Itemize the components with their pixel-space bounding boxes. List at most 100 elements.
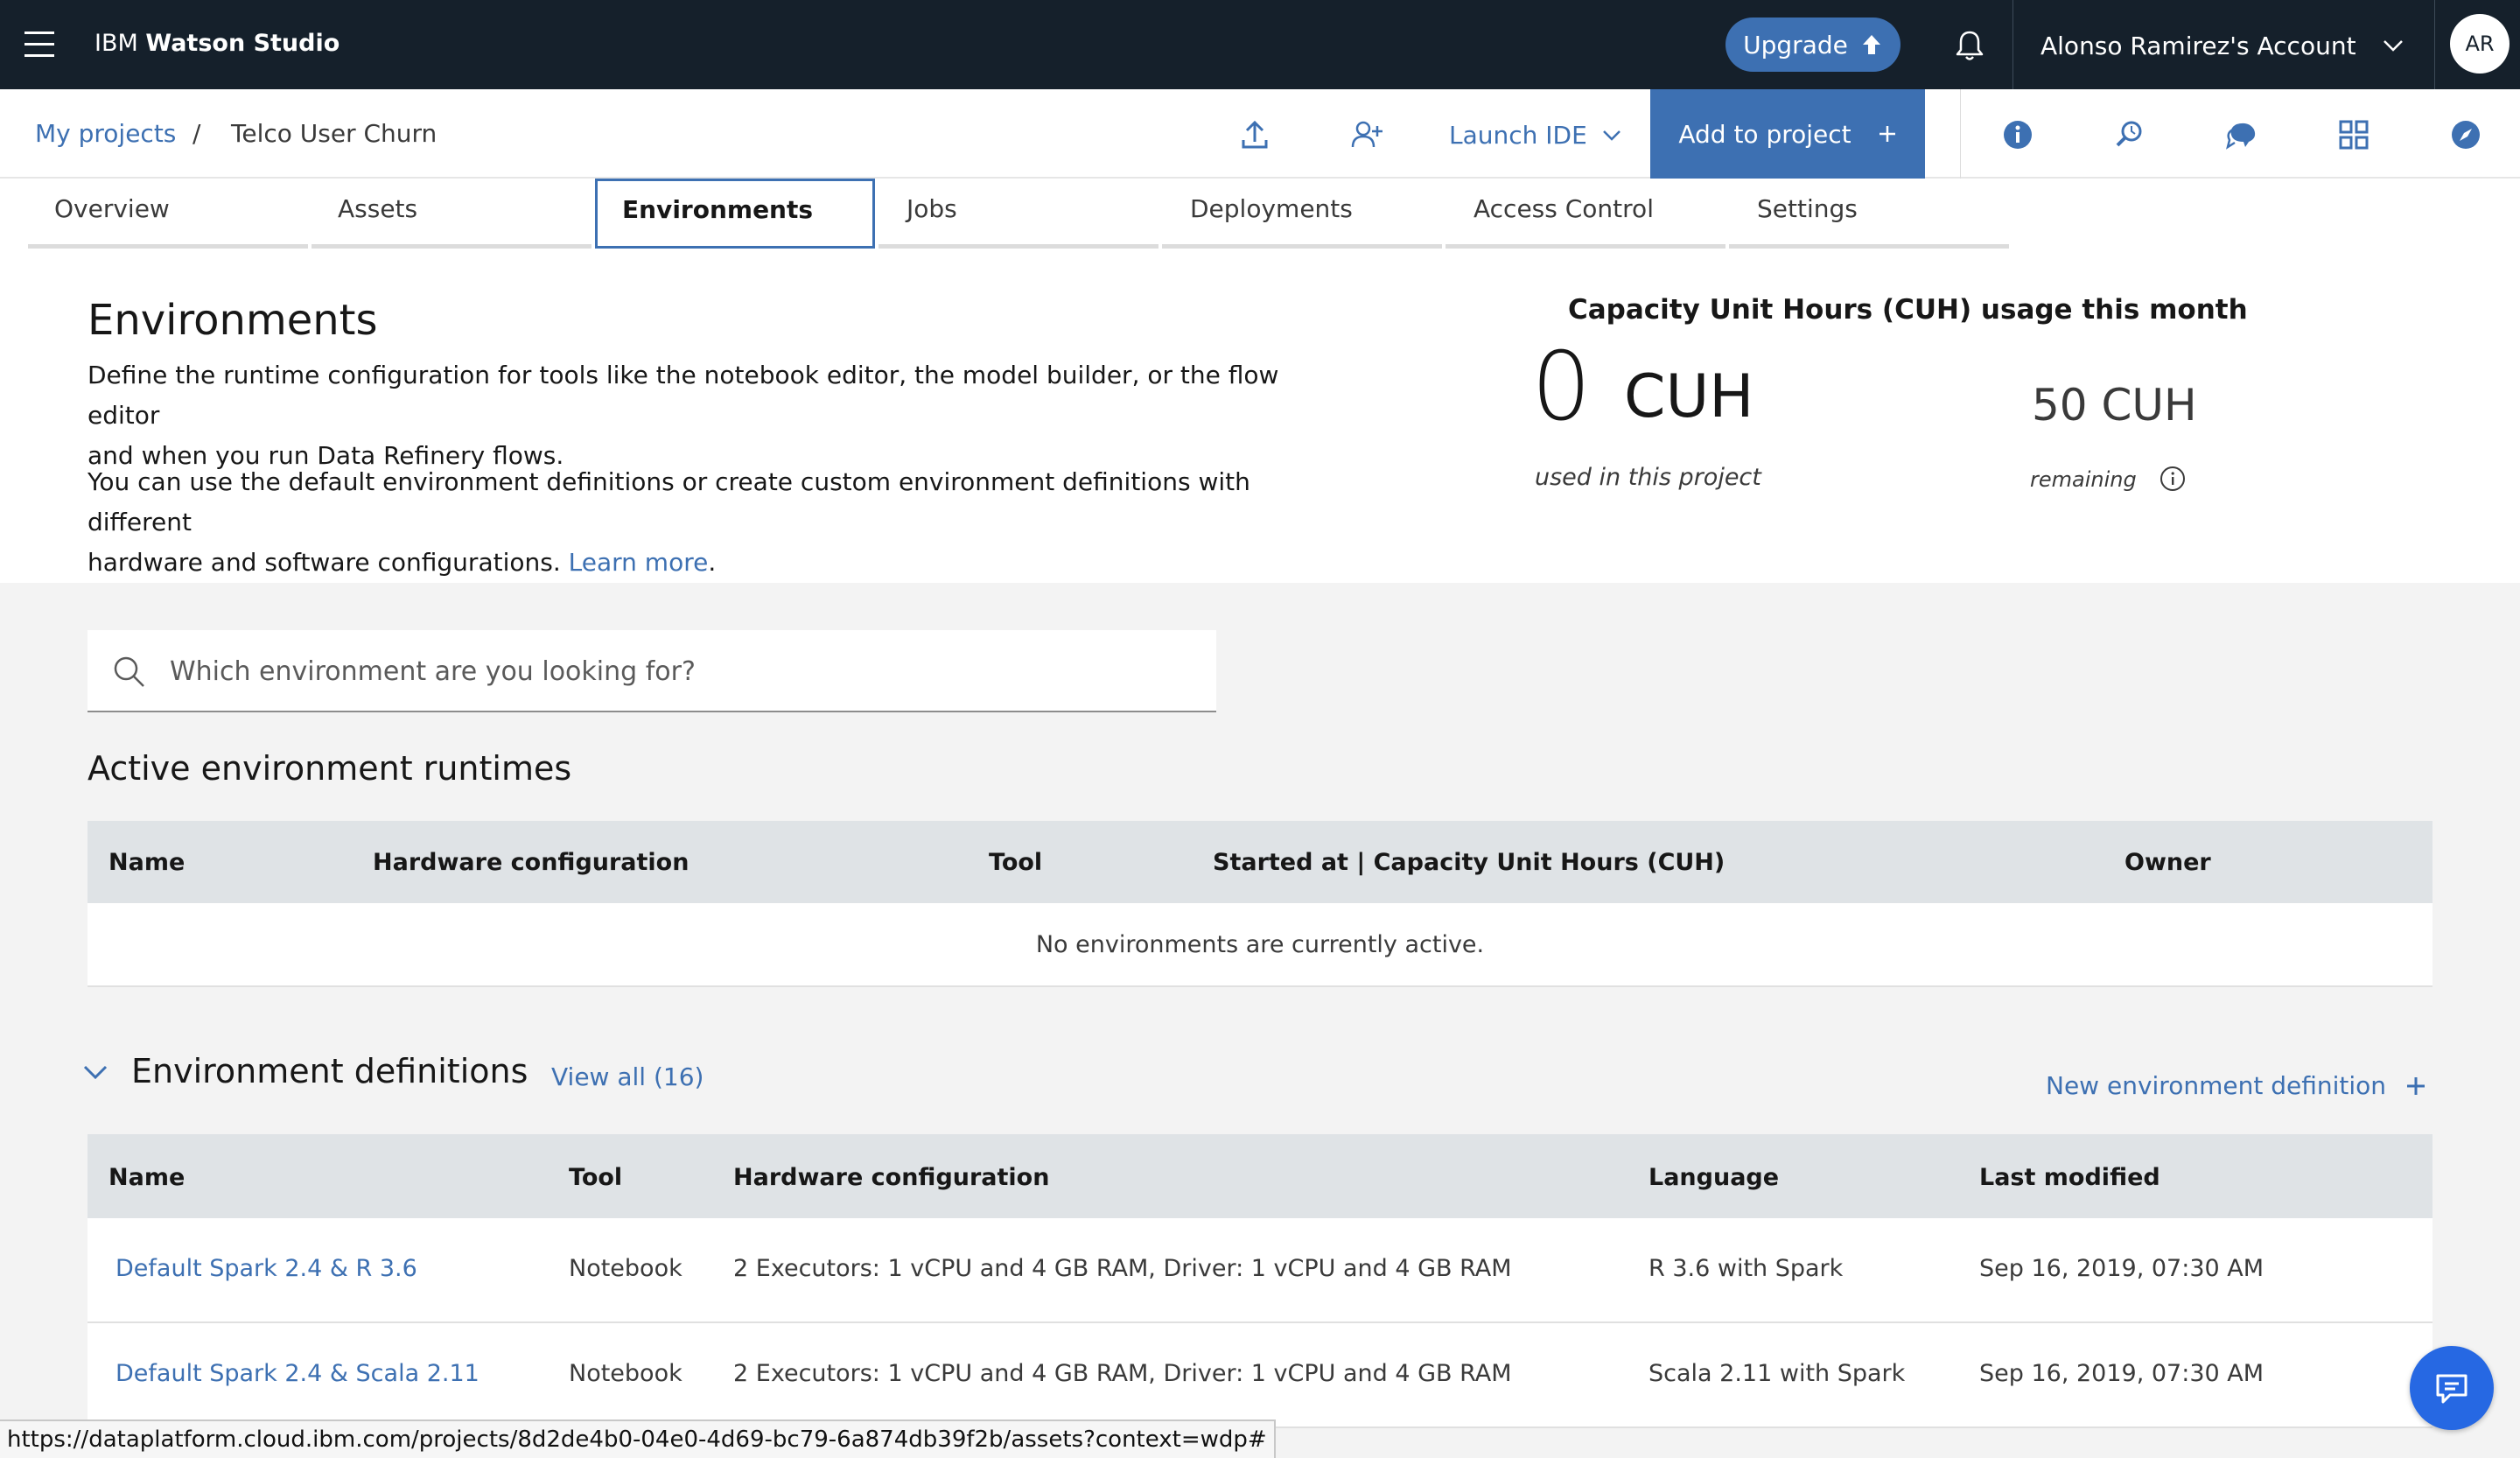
tab-label: Environments: [622, 195, 814, 224]
collapse-chevron-icon[interactable]: [82, 1059, 108, 1085]
tool-cell: Notebook: [569, 1360, 682, 1387]
search-icon: [112, 655, 147, 690]
column-header[interactable]: Last modified: [1979, 1164, 2160, 1191]
divider: [2012, 0, 2013, 89]
description-line: Define the runtime configuration for too…: [88, 361, 1279, 430]
status-bar-url: https://dataplatform.cloud.ibm.com/proje…: [0, 1419, 1276, 1458]
chevron-down-icon: [1602, 130, 1620, 141]
divider: [1960, 89, 1961, 179]
description-period: .: [708, 548, 717, 577]
chevron-down-icon[interactable]: [2380, 37, 2406, 54]
info-icon[interactable]: [1998, 116, 2037, 154]
page-description: Define the runtime configuration for too…: [88, 355, 1330, 476]
hardware-cell: 2 Executors: 1 vCPU and 4 GB RAM, Driver…: [733, 1255, 1512, 1282]
column-header[interactable]: Owner: [2124, 849, 2211, 876]
dashboard-grid-icon[interactable]: [2334, 116, 2373, 154]
tab-label: Settings: [1757, 194, 1858, 223]
cuh-remaining-value: 50 CUH: [2032, 380, 2197, 431]
avatar[interactable]: AR: [2450, 14, 2510, 74]
tab-label: Jobs: [906, 194, 957, 223]
tab-jobs[interactable]: Jobs: [878, 179, 1158, 249]
add-to-project-label: Add to project: [1678, 119, 1852, 149]
column-header[interactable]: Started at | Capacity Unit Hours (CUH): [1213, 849, 1725, 876]
plus-icon: [1879, 126, 1895, 142]
upgrade-arrow-icon: [1860, 33, 1883, 56]
column-header[interactable]: Name: [108, 849, 185, 876]
environment-name-link[interactable]: Default Spark 2.4 & Scala 2.11: [116, 1360, 480, 1387]
tab-label: Assets: [338, 194, 418, 223]
last-modified-cell: Sep 16, 2019, 07:30 AM: [1979, 1360, 2264, 1387]
definitions-table-header: Name Tool Hardware configuration Languag…: [88, 1134, 2432, 1218]
brand-name: Watson Studio: [145, 30, 340, 57]
project-toolbar: My projects / Telco User Churn Launch ID…: [0, 89, 2520, 179]
cuh-remaining-caption: remaining: [2030, 467, 2137, 492]
page-title: Environments: [88, 296, 378, 345]
info-outline-icon[interactable]: [2160, 466, 2186, 492]
description-line: You can use the default environment defi…: [88, 467, 1250, 536]
tab-assets[interactable]: Assets: [312, 179, 592, 249]
active-runtimes-table-header: Name Hardware configuration Tool Started…: [88, 821, 2432, 903]
column-header[interactable]: Hardware configuration: [373, 849, 689, 876]
description-text: hardware and software configurations.: [88, 548, 561, 577]
top-nav-bar: IBM Watson Studio Upgrade Alonso Ramirez…: [0, 0, 2520, 89]
column-header[interactable]: Tool: [989, 849, 1042, 876]
column-header[interactable]: Tool: [569, 1164, 622, 1191]
upload-icon[interactable]: [1236, 116, 1274, 154]
cuh-used-unit: CUH: [1624, 362, 1754, 431]
divider: [2434, 0, 2435, 89]
tab-environments[interactable]: Environments: [595, 179, 875, 249]
tab-label: Overview: [54, 194, 170, 223]
new-environment-definition-button[interactable]: New environment definition: [2046, 1071, 2426, 1100]
tab-access-control[interactable]: Access Control: [1446, 179, 1726, 249]
column-header[interactable]: Hardware configuration: [733, 1164, 1049, 1191]
history-search-icon[interactable]: [2110, 116, 2149, 154]
chat-icon: [2436, 1374, 2468, 1404]
new-environment-label: New environment definition: [2046, 1071, 2386, 1100]
column-header[interactable]: Name: [108, 1164, 185, 1191]
cuh-used-value: 0: [1531, 333, 1592, 442]
tab-label: Access Control: [1474, 194, 1654, 223]
tab-settings[interactable]: Settings: [1729, 179, 2009, 249]
environment-search: [88, 630, 1216, 712]
launch-ide-label: Launch IDE: [1449, 121, 1587, 150]
active-runtimes-title: Active environment runtimes: [88, 749, 572, 788]
notifications-bell-icon[interactable]: [1951, 28, 1988, 65]
last-modified-cell: Sep 16, 2019, 07:30 AM: [1979, 1255, 2264, 1282]
comments-icon[interactable]: [2222, 116, 2261, 154]
app-brand[interactable]: IBM Watson Studio: [94, 30, 340, 57]
empty-state-message: No environments are currently active.: [1035, 931, 1485, 958]
column-header[interactable]: Language: [1648, 1164, 1779, 1191]
active-runtimes-table-body: No environments are currently active.: [88, 903, 2432, 987]
language-cell: R 3.6 with Spark: [1648, 1255, 1844, 1282]
cuh-used-caption: used in this project: [1535, 464, 1761, 491]
breadcrumb-my-projects[interactable]: My projects: [35, 119, 176, 148]
hardware-cell: 2 Executors: 1 vCPU and 4 GB RAM, Driver…: [733, 1360, 1512, 1387]
account-switcher[interactable]: Alonso Ramirez's Account: [2040, 32, 2356, 60]
add-to-project-button[interactable]: Add to project: [1650, 89, 1925, 179]
environment-definitions-title: Environment definitions: [131, 1052, 528, 1090]
search-input[interactable]: [170, 648, 1194, 695]
hamburger-menu-icon[interactable]: [24, 32, 54, 58]
add-collaborator-icon[interactable]: [1348, 116, 1386, 154]
view-all-link[interactable]: View all (16): [551, 1062, 704, 1091]
tab-deployments[interactable]: Deployments: [1162, 179, 1442, 249]
environment-name-link[interactable]: Default Spark 2.4 & R 3.6: [116, 1255, 417, 1282]
upgrade-button[interactable]: Upgrade: [1726, 18, 1900, 72]
upgrade-label: Upgrade: [1743, 30, 1848, 60]
brand-prefix: IBM: [94, 30, 138, 57]
learn-more-link[interactable]: Learn more: [569, 548, 709, 577]
compass-icon[interactable]: [2446, 116, 2485, 154]
tool-cell: Notebook: [569, 1255, 682, 1282]
page-description-2: You can use the default environment defi…: [88, 462, 1330, 583]
tab-label: Deployments: [1190, 194, 1353, 223]
table-row[interactable]: Default Spark 2.4 & Scala 2.11 Notebook …: [88, 1323, 2432, 1428]
breadcrumb-current-project: Telco User Churn: [231, 119, 438, 148]
tab-overview[interactable]: Overview: [28, 179, 308, 249]
plus-icon: [2407, 1076, 2425, 1095]
cuh-usage-title: Capacity Unit Hours (CUH) usage this mon…: [1568, 294, 2248, 326]
table-row[interactable]: Default Spark 2.4 & R 3.6 Notebook 2 Exe…: [88, 1218, 2432, 1323]
chat-support-button[interactable]: [2410, 1346, 2494, 1430]
language-cell: Scala 2.11 with Spark: [1648, 1360, 1906, 1387]
description-line: hardware and software configurations. Le…: [88, 543, 1330, 583]
launch-ide-button[interactable]: Launch IDE: [1449, 121, 1622, 150]
